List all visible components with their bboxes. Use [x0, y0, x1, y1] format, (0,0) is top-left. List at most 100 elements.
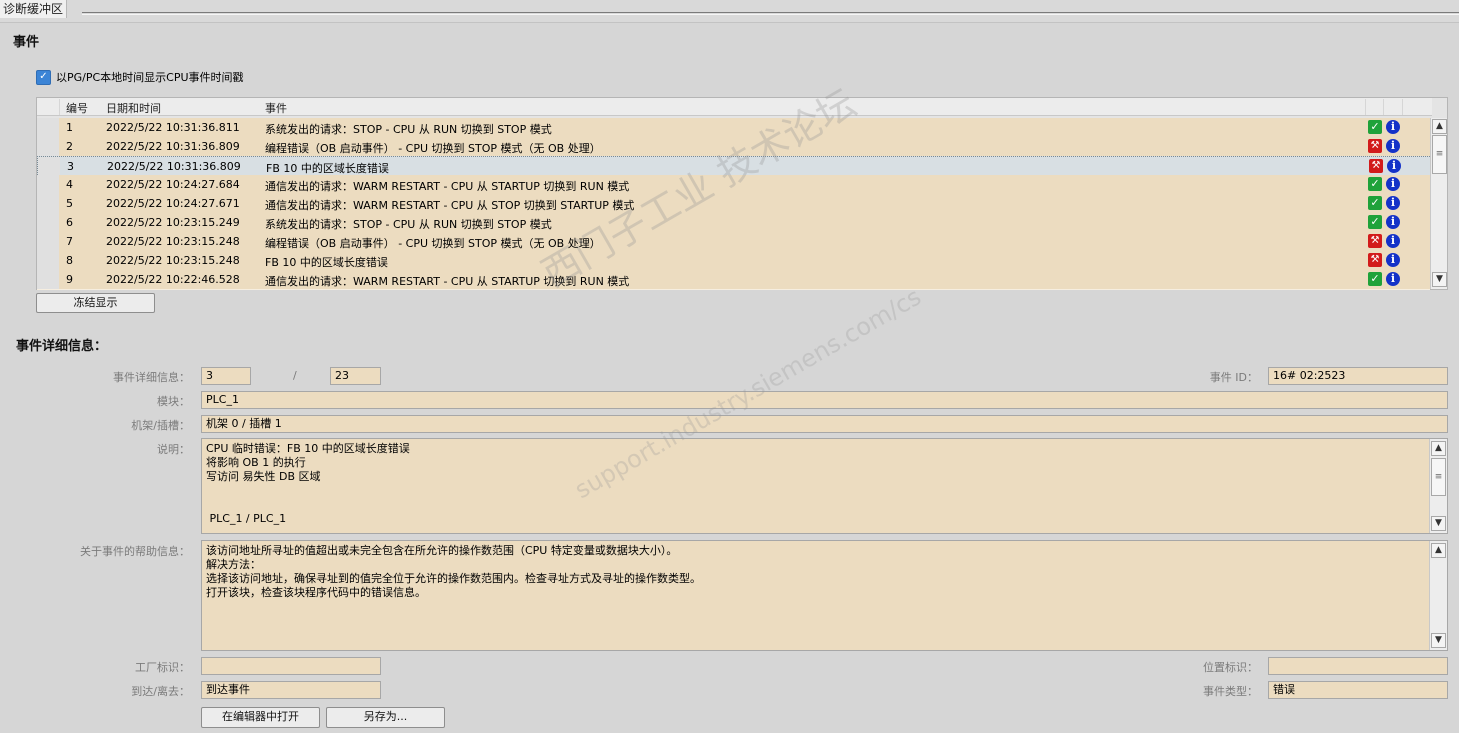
- row-selector[interactable]: [37, 213, 59, 232]
- ok-check-icon: ✓: [1368, 272, 1382, 286]
- row-datetime: 2022/5/22 10:22:46.528: [106, 273, 240, 286]
- freeze-display-button[interactable]: 冻结显示: [36, 293, 155, 313]
- ok-check-icon: ✓: [1368, 120, 1382, 134]
- table-row-selected[interactable]: 3 2022/5/22 10:31:36.809 FB 10 中的区域长度错误 …: [37, 156, 1432, 177]
- scrollbar-thumb[interactable]: ≡: [1432, 135, 1447, 174]
- row-number: 6: [66, 216, 73, 229]
- row-selector[interactable]: [37, 251, 59, 270]
- module-label: 模块：: [157, 395, 190, 408]
- error-wrench-icon: ⚒: [1368, 253, 1382, 267]
- row-selector[interactable]: [38, 157, 60, 176]
- local-time-checkbox-row[interactable]: ✓ 以PG/PC本地时间显示CPU事件时间戳: [36, 68, 244, 86]
- tab-divider-highlight: [82, 14, 1459, 15]
- row-number: 1: [66, 121, 73, 134]
- row-selector[interactable]: [37, 118, 59, 137]
- help-textarea[interactable]: 该访问地址所寻址的值超出或未完全包含在所允许的操作数范围（CPU 特定变量或数据…: [201, 540, 1448, 651]
- row-number: 3: [67, 160, 74, 173]
- event-table-scrollbar[interactable]: ▲ ≡ ▼: [1430, 118, 1447, 289]
- info-icon[interactable]: i: [1386, 253, 1400, 267]
- column-header-no[interactable]: 编号: [66, 100, 88, 116]
- local-time-checkbox[interactable]: ✓: [36, 69, 51, 85]
- info-icon[interactable]: i: [1386, 196, 1400, 210]
- tab-bar: [0, 0, 1459, 22]
- ok-check-icon: ✓: [1368, 215, 1382, 229]
- info-icon[interactable]: i: [1386, 177, 1400, 191]
- info-icon[interactable]: i: [1386, 234, 1400, 248]
- row-datetime: 2022/5/22 10:23:15.248: [106, 235, 240, 248]
- info-icon[interactable]: i: [1386, 120, 1400, 134]
- module-field: PLC_1: [201, 391, 1448, 409]
- plant-id-label: 工厂标识：: [135, 661, 190, 674]
- row-datetime: 2022/5/22 10:31:36.809: [106, 140, 240, 153]
- row-number: 5: [66, 197, 73, 210]
- row-event: 系统发出的请求：STOP - CPU 从 RUN 切换到 STOP 模式: [265, 123, 552, 136]
- description-text: CPU 临时错误：FB 10 中的区域长度错误 将影响 OB 1 的执行 写访问…: [206, 442, 410, 525]
- location-id-label: 位置标识：: [1203, 661, 1258, 674]
- event-type-field: 错误: [1268, 681, 1448, 699]
- row-datetime: 2022/5/22 10:23:15.249: [106, 216, 240, 229]
- event-type-label: 事件类型：: [1203, 685, 1258, 698]
- table-row[interactable]: 7 2022/5/22 10:23:15.248 编程错误（OB 启动事件） -…: [37, 232, 1430, 252]
- error-wrench-icon: ⚒: [1368, 139, 1382, 153]
- column-divider[interactable]: [1402, 99, 1403, 115]
- table-row[interactable]: 5 2022/5/22 10:24:27.671 通信发出的请求：WARM RE…: [37, 194, 1430, 214]
- info-icon[interactable]: i: [1387, 159, 1401, 173]
- table-row[interactable]: 2 2022/5/22 10:31:36.809 编程错误（OB 启动事件） -…: [37, 137, 1430, 157]
- detail-index-label: 事件详细信息：: [113, 371, 190, 384]
- row-event: FB 10 中的区域长度错误: [266, 162, 389, 175]
- column-header-event[interactable]: 事件: [265, 100, 287, 116]
- scroll-up-icon[interactable]: ▲: [1432, 119, 1447, 134]
- detail-separator: /: [293, 369, 297, 382]
- tab-diagnostic-buffer[interactable]: 诊断缓冲区: [0, 0, 68, 18]
- scroll-down-icon[interactable]: ▼: [1432, 272, 1447, 287]
- help-scrollbar[interactable]: ▲ ▼: [1429, 541, 1447, 650]
- local-time-checkbox-label: 以PG/PC本地时间显示CPU事件时间戳: [56, 71, 244, 84]
- rack-slot-field: 机架 0 / 插槽 1: [201, 415, 1448, 433]
- row-datetime: 2022/5/22 10:31:36.811: [106, 121, 240, 134]
- row-selector[interactable]: [37, 270, 59, 289]
- open-in-editor-button[interactable]: 在编辑器中打开: [201, 707, 320, 728]
- info-icon[interactable]: i: [1386, 139, 1400, 153]
- event-id-label: 事件 ID：: [1209, 371, 1258, 384]
- column-header-datetime[interactable]: 日期和时间: [106, 100, 161, 116]
- table-row[interactable]: 4 2022/5/22 10:24:27.684 通信发出的请求：WARM RE…: [37, 175, 1430, 195]
- table-header: 编号 日期和时间 事件: [37, 98, 1432, 116]
- table-row[interactable]: 9 2022/5/22 10:22:46.528 通信发出的请求：WARM RE…: [37, 270, 1430, 290]
- arrive-leave-label: 到达/离去：: [131, 685, 190, 698]
- table-row[interactable]: 6 2022/5/22 10:23:15.249 系统发出的请求：STOP - …: [37, 213, 1430, 233]
- row-selector[interactable]: [37, 194, 59, 213]
- info-icon[interactable]: i: [1386, 215, 1400, 229]
- row-number: 4: [66, 178, 73, 191]
- help-text: 该访问地址所寻址的值超出或未完全包含在所允许的操作数范围（CPU 特定变量或数据…: [206, 544, 701, 599]
- ok-check-icon: ✓: [1368, 196, 1382, 210]
- row-number: 2: [66, 140, 73, 153]
- rack-slot-label: 机架/插槽：: [131, 419, 190, 432]
- plant-id-field: [201, 657, 381, 675]
- scroll-down-icon[interactable]: ▼: [1431, 516, 1446, 531]
- details-section-title: 事件详细信息：: [16, 339, 108, 354]
- description-scrollbar[interactable]: ▲ ≡ ▼: [1429, 439, 1447, 533]
- row-number: 9: [66, 273, 73, 286]
- column-divider[interactable]: [1383, 99, 1384, 115]
- scroll-up-icon[interactable]: ▲: [1431, 441, 1446, 456]
- column-divider[interactable]: [59, 99, 60, 115]
- scroll-down-icon[interactable]: ▼: [1431, 633, 1446, 648]
- help-label: 关于事件的帮助信息：: [80, 545, 190, 558]
- scrollbar-thumb[interactable]: ≡: [1431, 458, 1446, 496]
- info-icon[interactable]: i: [1386, 272, 1400, 286]
- event-table: 编号 日期和时间 事件 1 2022/5/22 10:31:36.811 系统发…: [36, 97, 1448, 290]
- error-wrench-icon: ⚒: [1369, 159, 1383, 173]
- row-number: 7: [66, 235, 73, 248]
- save-as-button[interactable]: 另存为...: [326, 707, 445, 728]
- table-row[interactable]: 8 2022/5/22 10:23:15.248 FB 10 中的区域长度错误 …: [37, 251, 1430, 271]
- column-divider[interactable]: [1365, 99, 1366, 115]
- row-event: 通信发出的请求：WARM RESTART - CPU 从 STARTUP 切换到…: [265, 275, 630, 288]
- scroll-up-icon[interactable]: ▲: [1431, 543, 1446, 558]
- description-textarea[interactable]: CPU 临时错误：FB 10 中的区域长度错误 将影响 OB 1 的执行 写访问…: [201, 438, 1448, 534]
- detail-index-field: 3: [201, 367, 251, 385]
- row-event: 系统发出的请求：STOP - CPU 从 RUN 切换到 STOP 模式: [265, 218, 552, 231]
- row-selector[interactable]: [37, 232, 59, 251]
- table-row[interactable]: 1 2022/5/22 10:31:36.811 系统发出的请求：STOP - …: [37, 118, 1430, 138]
- row-selector[interactable]: [37, 175, 59, 194]
- row-selector[interactable]: [37, 137, 59, 156]
